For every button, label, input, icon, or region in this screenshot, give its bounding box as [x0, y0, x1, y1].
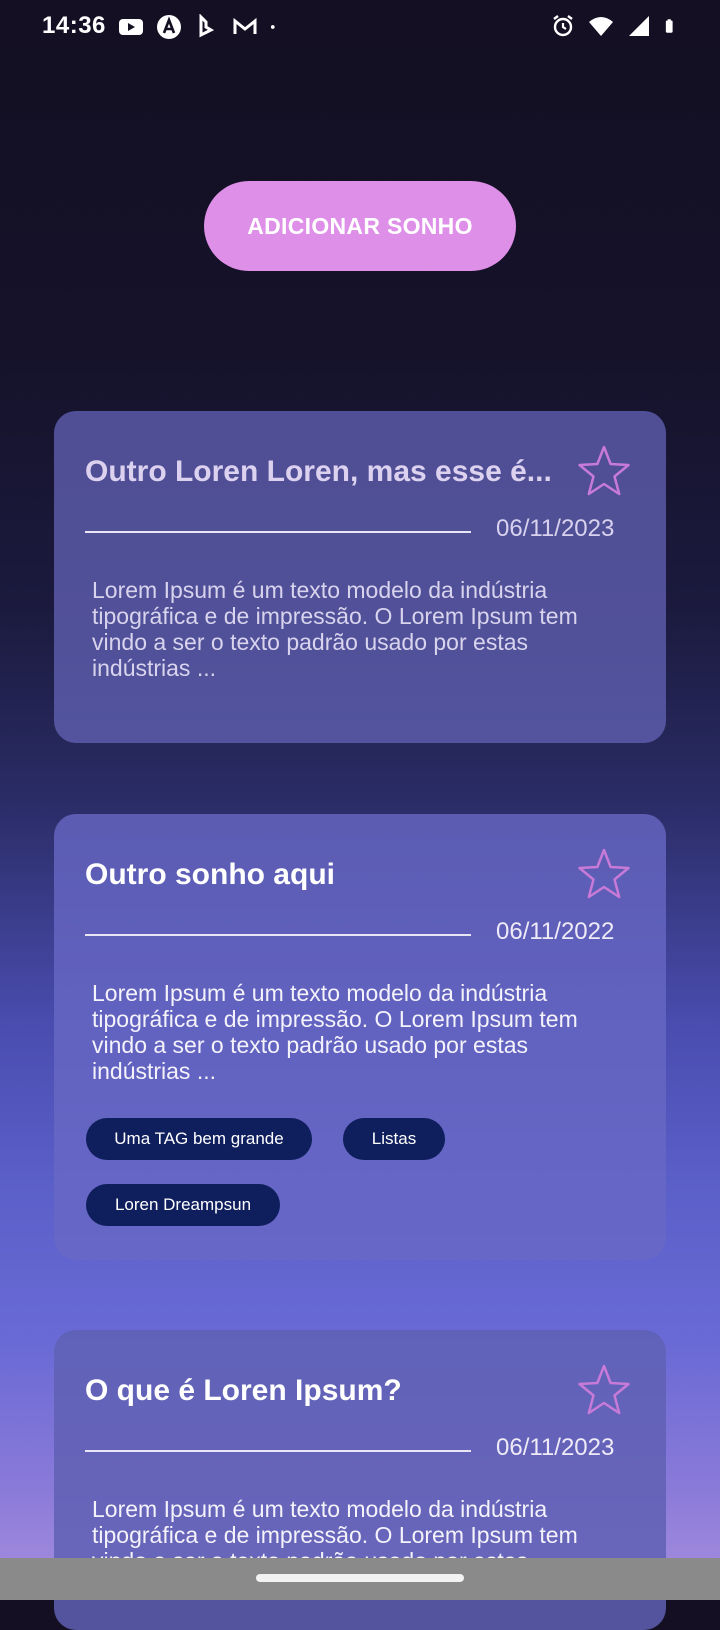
- card-description: Lorem Ipsum é um texto modelo da indústr…: [92, 577, 578, 681]
- gmail-icon: [233, 17, 257, 34]
- system-icons: [550, 13, 680, 39]
- status-time: 14:36: [42, 12, 106, 39]
- dream-card[interactable]: Outro sonho aqui 06/11/2022 Lorem Ipsum …: [54, 814, 666, 1260]
- battery-icon: [665, 19, 673, 33]
- tag-chip[interactable]: Listas: [343, 1118, 445, 1160]
- card-date: 06/11/2023: [496, 1434, 615, 1461]
- gesture-handle[interactable]: [256, 1574, 464, 1582]
- status-bar: 14:36: [0, 0, 720, 56]
- tag-chip[interactable]: Loren Dreampsun: [86, 1184, 280, 1226]
- arc-icon: [157, 15, 181, 39]
- card-title: O que é Loren Ipsum?: [85, 1374, 402, 1407]
- card-title: Outro Loren Loren, mas esse é...: [85, 455, 552, 488]
- dream-card[interactable]: Outro Loren Loren, mas esse é... 06/11/2…: [54, 411, 666, 743]
- wifi-icon: [589, 17, 613, 36]
- bing-icon: [199, 14, 215, 38]
- navigation-bar: [0, 1558, 720, 1600]
- card-divider: [85, 934, 471, 936]
- notification-icons: [118, 14, 282, 40]
- star-icon[interactable]: [576, 847, 632, 901]
- star-icon[interactable]: [576, 1363, 632, 1417]
- alarm-icon: [553, 15, 573, 37]
- card-title: Outro sonho aqui: [85, 858, 335, 891]
- signal-icon: [629, 16, 649, 36]
- dot-icon: [270, 25, 275, 29]
- card-description: Lorem Ipsum é um texto modelo da indústr…: [92, 980, 578, 1084]
- card-date: 06/11/2023: [496, 515, 615, 542]
- add-dream-button[interactable]: ADICIONAR SONHO: [204, 181, 516, 271]
- card-divider: [85, 531, 471, 533]
- card-date: 06/11/2022: [496, 918, 615, 945]
- tag-chip[interactable]: Uma TAG bem grande: [86, 1118, 312, 1160]
- card-divider: [85, 1450, 471, 1452]
- star-icon[interactable]: [576, 444, 632, 498]
- youtube-icon: [119, 19, 143, 35]
